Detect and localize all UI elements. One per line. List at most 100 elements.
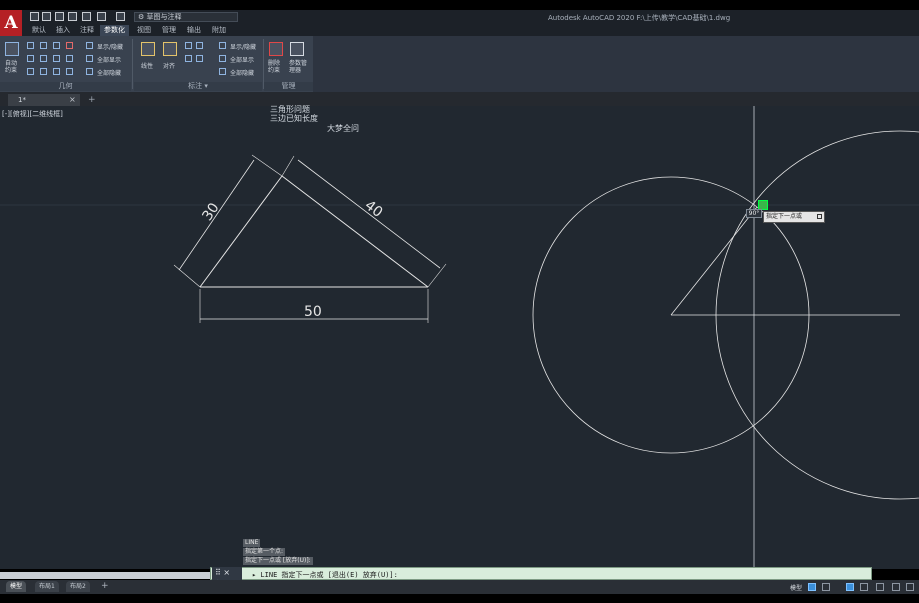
extension-line <box>281 155 295 177</box>
tab-default[interactable]: 默认 <box>28 25 50 36</box>
diameter-icon[interactable] <box>196 42 203 49</box>
drawing-svg[interactable]: 30 40 50 <box>0 106 919 569</box>
dimension-text-40[interactable]: 40 <box>362 197 386 221</box>
tab-insert[interactable]: 插入 <box>52 25 74 36</box>
dimension-text-50[interactable]: 50 <box>304 304 322 320</box>
add-layout-icon[interactable]: + <box>101 581 109 592</box>
dimension-text-30[interactable]: 30 <box>199 200 222 224</box>
new-file-icon[interactable] <box>30 12 39 21</box>
open-file-icon[interactable] <box>42 12 51 21</box>
snap-mode-icon[interactable] <box>822 583 830 591</box>
tab-output[interactable]: 输出 <box>183 25 205 36</box>
dim-hide-all-label[interactable]: 全部隐藏 <box>230 68 254 77</box>
aligned-dimension-icon[interactable] <box>163 42 177 56</box>
tab-annotate[interactable]: 注释 <box>76 25 98 36</box>
print-icon[interactable] <box>82 12 91 21</box>
fix-icon[interactable] <box>66 42 73 49</box>
workspace-dropdown[interactable]: ⚙ 草图与注释 <box>134 12 238 22</box>
panel-divider <box>132 39 133 89</box>
coincident-icon[interactable] <box>27 42 34 49</box>
history-line: 指定第一个点: <box>243 548 286 556</box>
parameters-manager-icon[interactable] <box>290 42 304 56</box>
down-arrow-icon[interactable] <box>817 214 822 219</box>
dim-show-hide-label[interactable]: 显示/隐藏 <box>230 42 256 51</box>
new-tab-icon[interactable]: + <box>88 94 96 106</box>
document-tab-bar <box>0 92 919 106</box>
vertical-icon[interactable] <box>66 55 73 62</box>
hide-all-icon[interactable] <box>86 68 93 75</box>
angular-icon[interactable] <box>185 55 192 62</box>
dim-show-hide-icon[interactable] <box>219 42 226 49</box>
horizontal-scrollbar[interactable] <box>0 572 210 579</box>
layout-tab-layout2[interactable]: 布局2 <box>66 581 90 592</box>
application-menu-button[interactable]: A <box>0 10 22 36</box>
parameters-manager-label[interactable]: 参数管理器 <box>289 60 309 74</box>
dimensional-panel-title[interactable]: 标注 ▾ <box>134 82 262 91</box>
symmetric-icon[interactable] <box>53 68 60 75</box>
dynamic-input-tooltip: 指定下一点或 <box>763 211 825 223</box>
drawing-canvas[interactable]: 30 40 50 <box>0 106 919 569</box>
geometry-panel-title[interactable]: 几何 <box>0 82 131 91</box>
parallel-icon[interactable] <box>27 55 34 62</box>
status-bar <box>0 580 919 594</box>
ortho-icon[interactable] <box>846 583 854 591</box>
extension-line <box>173 264 201 288</box>
angle-input[interactable]: 90° <box>746 209 762 218</box>
viewport-controls[interactable]: [-][俯视][二维线框] <box>2 109 63 119</box>
show-all-label[interactable]: 全部显示 <box>97 55 121 64</box>
tab-manage[interactable]: 管理 <box>158 25 180 36</box>
tangent-icon[interactable] <box>27 68 34 75</box>
radius-icon[interactable] <box>185 42 192 49</box>
triangle-left-side[interactable] <box>199 175 283 288</box>
save-icon[interactable] <box>55 12 64 21</box>
concentric-icon[interactable] <box>53 42 60 49</box>
show-all-icon[interactable] <box>86 55 93 62</box>
show-hide-label[interactable]: 显示/隐藏 <box>97 42 123 51</box>
aligned-label[interactable]: 对齐 <box>163 61 175 70</box>
auto-constrain-label[interactable]: 自动约束 <box>5 60 21 74</box>
object-snap-icon[interactable] <box>892 583 900 591</box>
command-prompt-text[interactable]: ▸ LINE 指定下一点或 [退出(E) 放弃(U)]: <box>252 570 398 580</box>
tab-addins[interactable]: 附加 <box>208 25 230 36</box>
redo-icon[interactable] <box>116 12 125 21</box>
tooltip-text: 指定下一点或 <box>766 213 803 220</box>
undo-icon[interactable] <box>97 12 106 21</box>
ribbon-tab-bar <box>22 24 919 36</box>
command-line-tools[interactable]: ⠿ × 🔧 <box>212 567 242 589</box>
caption-text: 大梦全问 <box>327 124 359 133</box>
rubber-band-line <box>670 206 758 316</box>
show-hide-icon[interactable] <box>86 42 93 49</box>
dim-hide-all-icon[interactable] <box>219 68 226 75</box>
perpendicular-icon[interactable] <box>40 55 47 62</box>
linear-label[interactable]: 线性 <box>141 61 153 70</box>
manage-panel-title[interactable]: 管理 <box>264 82 313 91</box>
triangle-right-side[interactable] <box>281 175 429 288</box>
smooth-icon[interactable] <box>40 68 47 75</box>
dim-show-all-label[interactable]: 全部显示 <box>230 55 254 64</box>
hide-all-label[interactable]: 全部隐藏 <box>97 68 121 77</box>
collinear-icon[interactable] <box>40 42 47 49</box>
tab-view[interactable]: 视图 <box>133 25 155 36</box>
command-history: LINE 指定第一个点: 指定下一点或 [放弃(U)]: <box>243 539 313 566</box>
model-space-button[interactable]: 模型 <box>790 583 802 592</box>
equal-icon[interactable] <box>66 68 73 75</box>
delete-constraints-label[interactable]: 删除约束 <box>268 60 284 74</box>
layout-tab-model[interactable]: 模型 <box>6 581 27 592</box>
linear-dimension-icon[interactable] <box>141 42 155 56</box>
save-as-icon[interactable] <box>68 12 77 21</box>
delete-constraints-icon[interactable] <box>269 42 283 56</box>
auto-constrain-icon[interactable] <box>5 42 19 56</box>
close-icon[interactable]: × <box>69 94 76 106</box>
caption-text: 三边已知长度 <box>270 114 318 123</box>
isodraft-icon[interactable] <box>876 583 884 591</box>
grid-icon[interactable] <box>808 583 816 591</box>
layout-tab-layout1[interactable]: 布局1 <box>35 581 59 592</box>
convert-icon[interactable] <box>196 55 203 62</box>
customization-icon[interactable] <box>906 583 914 591</box>
history-line: 指定下一点或 [放弃(U)]: <box>243 557 313 565</box>
dim-show-all-icon[interactable] <box>219 55 226 62</box>
horizontal-icon[interactable] <box>53 55 60 62</box>
tab-parametric[interactable]: 参数化 <box>100 25 129 36</box>
window-title: Autodesk AutoCAD 2020 F:\上传\教学\CAD基础\1.d… <box>548 14 731 22</box>
polar-tracking-icon[interactable] <box>860 583 868 591</box>
